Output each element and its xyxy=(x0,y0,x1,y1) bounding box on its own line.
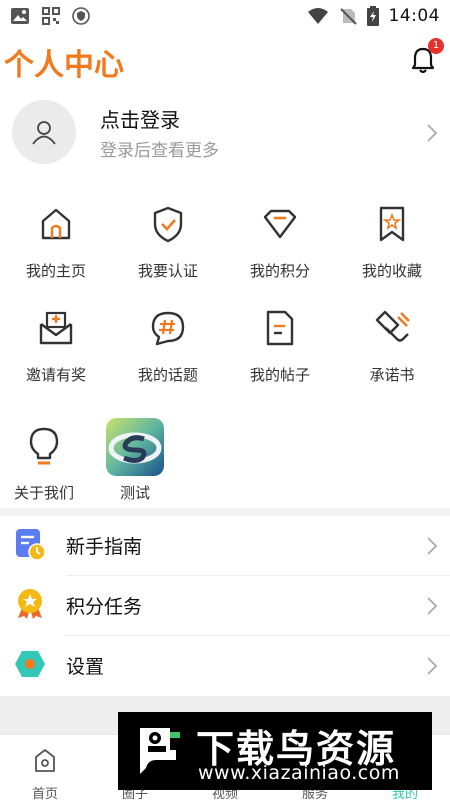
topic-hash-icon xyxy=(151,311,185,346)
menu-label: 设置 xyxy=(66,656,105,678)
status-left xyxy=(10,7,90,25)
grid-label: 邀请有奖 xyxy=(25,366,86,384)
chevron-right-icon xyxy=(427,657,438,675)
menu-item-settings[interactable]: 设置 xyxy=(0,636,450,696)
section-divider xyxy=(0,508,450,516)
chevron-right-icon xyxy=(427,124,438,142)
medal-icon xyxy=(18,589,42,619)
grid-item-posts[interactable]: 我的帖子 xyxy=(224,300,336,400)
grid-item-topics[interactable]: 我的话题 xyxy=(112,300,224,400)
menu-item-point-tasks[interactable]: 积分任务 xyxy=(0,576,450,636)
menu-label: 新手指南 xyxy=(66,536,143,558)
bookmark-star-icon xyxy=(379,206,405,242)
document-icon xyxy=(266,310,294,346)
bird-logo-icon xyxy=(126,720,188,782)
grid-app-icon xyxy=(42,7,60,25)
user-icon xyxy=(32,121,56,145)
grid-label: 我的帖子 xyxy=(249,366,310,384)
grid-item-home[interactable]: 我的主页 xyxy=(0,196,112,296)
invite-envelope-icon xyxy=(39,311,73,345)
chevron-right-icon xyxy=(427,597,438,615)
grid-item-pledge[interactable]: 承诺书 xyxy=(336,300,448,400)
grid-item-test[interactable]: 测试 xyxy=(72,410,198,510)
pledge-icon xyxy=(375,310,410,342)
settings-hexagon-icon xyxy=(15,651,45,677)
watermark-url: www.xiazainiao.com xyxy=(198,762,400,784)
battery-charging-icon xyxy=(366,6,379,26)
grid-item-points[interactable]: 我的积分 xyxy=(224,196,336,296)
shield-check-icon xyxy=(153,206,183,243)
grid-item-invite[interactable]: 邀请有奖 xyxy=(0,300,112,400)
avatar[interactable] xyxy=(12,100,76,164)
grid-label: 我的积分 xyxy=(249,262,310,280)
notification-badge: 1 xyxy=(428,38,444,54)
page-title: 个人中心 xyxy=(4,48,124,83)
home-nav-icon xyxy=(35,749,55,772)
menu-label: 积分任务 xyxy=(66,596,143,618)
status-time: 14:04 xyxy=(388,6,440,26)
grid-item-favorites[interactable]: 我的收藏 xyxy=(336,196,448,296)
image-icon xyxy=(11,8,29,24)
login-title[interactable]: 点击登录 xyxy=(100,104,180,133)
chevron-right-icon xyxy=(427,537,438,555)
watermark-banner: 下载鸟资源 www.xiazainiao.com xyxy=(118,712,432,790)
app-header: 个人中心 1 xyxy=(0,36,450,86)
menu-item-guide[interactable]: 新手指南 xyxy=(0,516,450,576)
grid-label: 我的话题 xyxy=(137,366,198,384)
diamond-icon xyxy=(263,209,297,239)
grid-item-certify[interactable]: 我要认证 xyxy=(112,196,224,296)
grid-label: 承诺书 xyxy=(369,366,415,384)
wifi-icon xyxy=(307,8,328,24)
shield-app-icon xyxy=(72,7,90,25)
nav-label: 首页 xyxy=(31,787,58,800)
no-sim-icon xyxy=(339,8,357,25)
notification-button[interactable]: 1 xyxy=(410,38,444,74)
lightbulb-icon xyxy=(29,427,59,465)
grid-label: 我的收藏 xyxy=(361,262,422,280)
guide-icon xyxy=(16,529,46,560)
app-s-icon xyxy=(106,418,164,476)
nav-item-home[interactable]: 首页 xyxy=(0,743,90,800)
status-bar: 14:04 xyxy=(0,0,450,32)
home-icon xyxy=(41,208,71,240)
login-subtitle: 登录后查看更多 xyxy=(100,141,219,161)
grid-label: 测试 xyxy=(119,484,150,502)
grid-label: 我要认证 xyxy=(137,262,198,280)
status-right: 14:04 xyxy=(307,6,441,26)
login-card[interactable]: 点击登录 登录后查看更多 xyxy=(0,96,450,170)
grid-label: 我的主页 xyxy=(25,262,86,280)
